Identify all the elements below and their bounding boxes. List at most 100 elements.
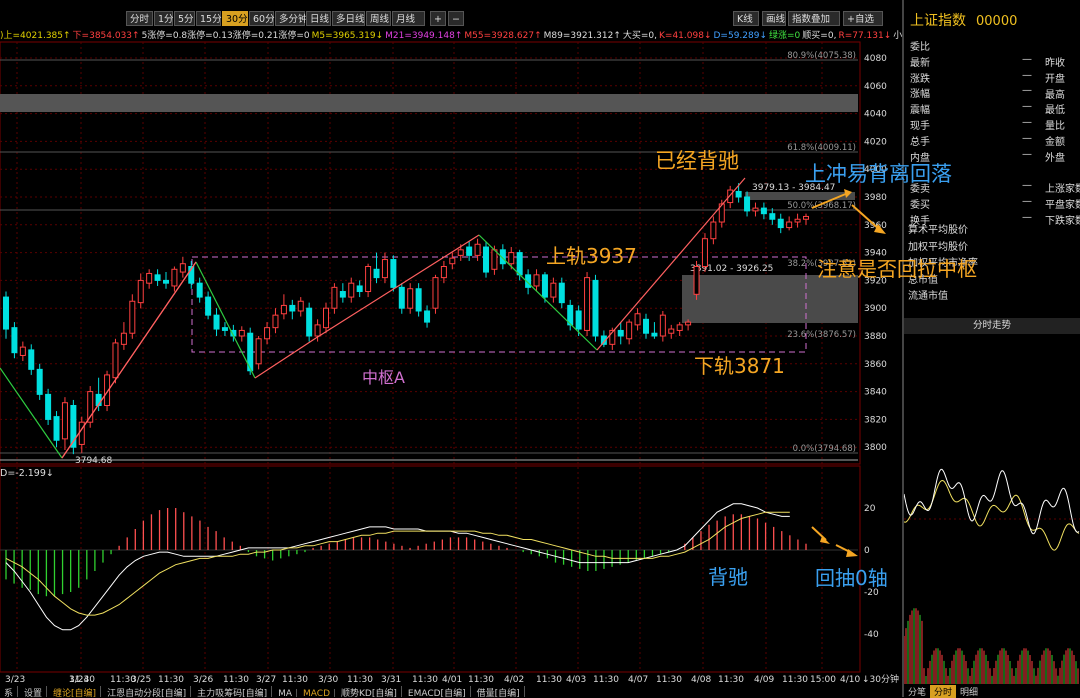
candle-body-53 — [449, 257, 456, 265]
quote-left-label-10: 委买 — [910, 200, 930, 211]
macd-dif-line — [5, 503, 790, 631]
quote-left-value-3: — — [1022, 85, 1032, 97]
period-button-9[interactable]: 周线 — [366, 11, 391, 26]
annotation-macd-divergence: 背驰 — [708, 565, 748, 589]
candle-body-93 — [786, 221, 793, 229]
candle-body-1 — [11, 327, 18, 354]
candle-body-0 — [3, 296, 9, 330]
time-tick-8: 3/27 — [256, 675, 276, 685]
indicator-tab-5[interactable]: MA — [274, 689, 298, 697]
macd-tick-0: 20 — [864, 504, 876, 514]
time-axis-extra: ↓30分钟 — [862, 673, 899, 685]
indicator-value-10: 绿涨=0 — [769, 31, 801, 41]
candle-body-34 — [289, 304, 296, 312]
indicator-tab-4[interactable]: 主力吸筹码[自编] — [193, 686, 273, 697]
quote-tab-2[interactable]: 明细 — [956, 685, 982, 698]
candle-body-33 — [280, 304, 287, 315]
candle-body-38 — [323, 307, 329, 329]
indicator-tab-7[interactable]: 顺势KD[自编] — [337, 686, 402, 697]
time-tick-9: 11:30 — [282, 675, 308, 685]
indicator-tab-3[interactable]: 江恩自动分段[自编] — [103, 686, 192, 697]
toolbar-right-button-0[interactable]: K线 — [733, 11, 759, 26]
quote-right-label-5: 金额 — [1045, 137, 1065, 148]
time-tick-15: 11:30 — [468, 675, 494, 685]
period-button-2[interactable]: 5分 — [174, 11, 195, 26]
candle-body-79 — [668, 328, 675, 334]
candle-body-23 — [196, 282, 203, 298]
toolbar-right-button-2[interactable]: 指数叠加 — [788, 11, 840, 26]
indicator-tab-9[interactable]: 借量[自编] — [473, 686, 525, 697]
time-tick-5: 11:30 — [158, 675, 184, 685]
candle-body-69 — [584, 277, 591, 331]
candle-body-80 — [676, 324, 683, 331]
price-tick-11: 3860 — [864, 360, 887, 370]
quote-tab-1[interactable]: 分时 — [930, 685, 957, 698]
quote-left-value-9: — — [1022, 180, 1032, 192]
indicator-tab-6[interactable]: MACD — [299, 689, 336, 697]
kline-chart[interactable]: 4080406040404020400039803960394039203900… — [0, 0, 902, 697]
stroke-segment-2 — [195, 261, 256, 379]
minus-button[interactable]: − — [448, 11, 464, 26]
minute-chart[interactable] — [904, 334, 1080, 684]
time-tick-19: 11:30 — [593, 675, 619, 685]
indicator-value-11: 顺买=0, — [802, 31, 837, 41]
candle-body-83 — [701, 238, 708, 267]
price-tick-9: 3900 — [864, 304, 887, 314]
indicator-tab-8[interactable]: EMACD[自编] — [404, 686, 471, 697]
candle-body-55 — [466, 246, 473, 256]
candle-body-26 — [221, 327, 228, 331]
quote-left-label-6: 总手 — [910, 136, 930, 148]
price-tick-1: 4060 — [864, 82, 887, 92]
fib-label-0: 80.9%(4075.38) — [787, 51, 856, 61]
period-button-0[interactable]: 分时 — [126, 11, 153, 26]
period-button-10[interactable]: 月线 — [392, 11, 425, 26]
candle-body-78 — [659, 314, 666, 337]
candle-body-58 — [491, 249, 498, 270]
toolbar-right-button-1[interactable]: 画线 — [762, 11, 786, 26]
indicator-value-4: M21=3949.148↑ — [385, 31, 463, 41]
candle-body-28 — [238, 329, 245, 337]
indicator-value-2: 5涨停=0.8涨停=0.13涨停=0.21涨停=0 — [141, 31, 310, 41]
quote-left-value-10: — — [1022, 196, 1032, 207]
time-tick-20: 4/07 — [628, 675, 648, 685]
stroke-segment-4 — [315, 234, 480, 339]
indicator-values-line: )上=4021.385↑ 下=3854.033↑ 5涨停=0.8涨停=0.13涨停=… — [0, 28, 902, 42]
quote-left-value-11: — — [1022, 211, 1032, 223]
candle-body-40 — [339, 291, 346, 298]
candle-body-61 — [516, 252, 523, 276]
candle-body-76 — [643, 318, 649, 334]
quote-right-label-10: 下跌家数 — [1045, 216, 1080, 227]
period-button-3[interactable]: 15分 — [196, 11, 222, 26]
period-button-5[interactable]: 60分 — [249, 11, 275, 26]
time-tick-24: 4/09 — [754, 675, 774, 685]
indicator-tab-2[interactable]: 缠论[自编] — [49, 686, 102, 697]
period-button-1[interactable]: 1分 — [154, 11, 174, 26]
gray-band-range — [682, 275, 858, 323]
quote-right-label-0: 昨收 — [1045, 58, 1065, 69]
candle-body-19 — [163, 279, 169, 284]
time-tick-10: 3/30 — [318, 675, 338, 685]
fib-label-5: 0.0%(3794.68) — [793, 444, 856, 454]
macd-tick-1: 0 — [864, 546, 870, 556]
candle-body-57 — [483, 246, 489, 273]
quote-tab-0[interactable]: 分笔 — [904, 685, 930, 698]
indicator-tab-0[interactable]: 系 — [0, 686, 19, 697]
indicator-value-1: 下=3854.033↑ — [72, 31, 140, 41]
quote-extra-label-1: 加权平均股价 — [908, 241, 968, 253]
quote-right-label-6: 外盘 — [1045, 152, 1065, 164]
candle-body-20 — [171, 268, 178, 287]
candle-body-74 — [626, 321, 633, 340]
period-button-6[interactable]: 多分钟 — [275, 11, 308, 26]
candle-body-6 — [53, 416, 60, 441]
plus-button[interactable]: + — [430, 11, 446, 26]
time-tick-2: 3/24 — [69, 675, 89, 685]
candle-body-92 — [777, 218, 784, 229]
toolbar-right-button-3[interactable]: +自选 — [843, 11, 883, 26]
candle-body-54 — [457, 249, 464, 256]
quote-left-value-4: — — [1022, 101, 1032, 113]
period-button-8[interactable]: 多日线 — [332, 11, 365, 26]
period-button-4[interactable]: 30分 — [222, 11, 248, 26]
price-tick-3: 4020 — [864, 137, 887, 147]
period-button-7[interactable]: 日线 — [306, 11, 331, 26]
indicator-tab-1[interactable]: 设置 — [20, 686, 48, 697]
